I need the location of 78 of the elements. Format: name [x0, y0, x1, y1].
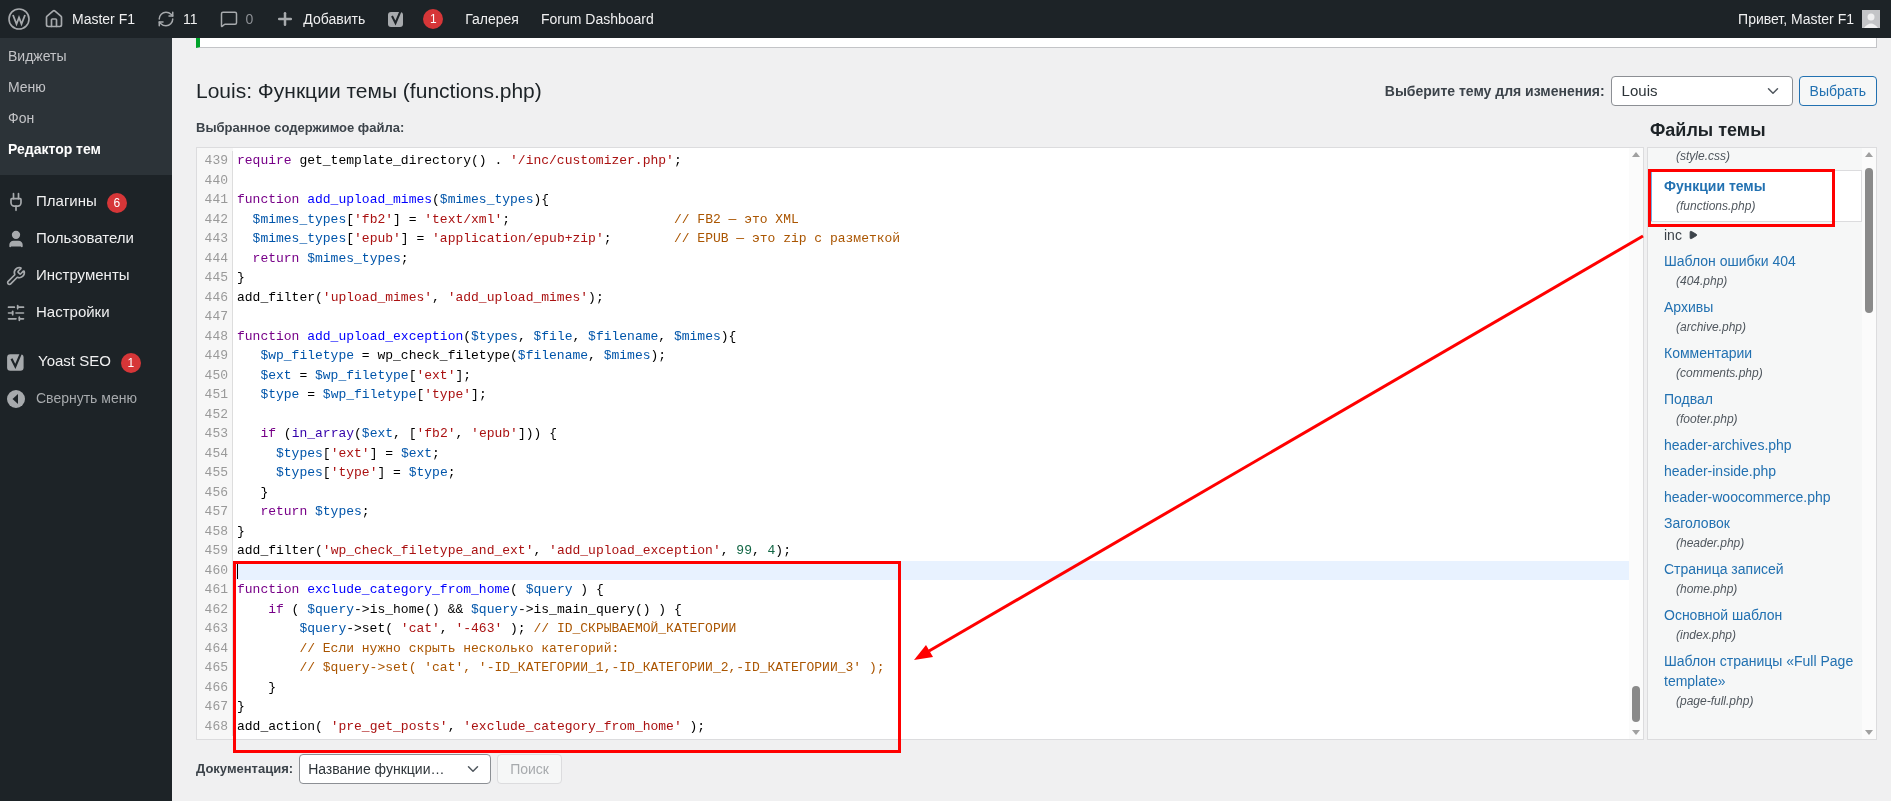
file-title: Заголовок — [1664, 514, 1730, 533]
greeting-link[interactable]: Привет, Master F1 — [1738, 8, 1854, 30]
file-item[interactable]: Страница записей (home.php) — [1648, 556, 1862, 602]
file-title: Страница записей — [1664, 560, 1784, 579]
select-theme-button[interactable]: Выбрать — [1798, 76, 1877, 106]
file-item[interactable]: inc — [1648, 222, 1862, 248]
file-item[interactable]: Шаблон ошибки 404 (404.php) — [1648, 248, 1862, 294]
file-name: (archive.php) — [1675, 319, 1748, 336]
file-title: Подвал — [1664, 390, 1713, 409]
user-icon — [6, 228, 26, 249]
count-badge: 6 — [106, 192, 127, 213]
menu-item[interactable]: Настройки — [36, 301, 110, 324]
file-name: (comments.php) — [1675, 365, 1764, 382]
file-name: (footer.php) — [1675, 411, 1739, 428]
file-item[interactable]: Заголовок (header.php) — [1648, 510, 1862, 556]
admin-bar-link[interactable]: Forum Dashboard — [540, 8, 654, 30]
file-item[interactable]: (style.css) — [1648, 148, 1862, 170]
file-name: (home.php) — [1675, 581, 1739, 598]
admin-bar-link[interactable]: Галерея — [465, 8, 519, 30]
file-item[interactable]: Архивы (archive.php) — [1648, 294, 1862, 340]
file-title: Архивы — [1664, 298, 1714, 317]
file-name: (page-full.php) — [1675, 693, 1755, 710]
file-title: Шаблон ошибки 404 — [1664, 252, 1796, 271]
file-name: (style.css) — [1675, 148, 1731, 164]
admin-bar-link[interactable]: Master F1 — [72, 8, 135, 30]
file-item[interactable]: Основной шаблон (index.php) — [1648, 602, 1862, 648]
wrench-icon — [6, 265, 26, 286]
file-item[interactable]: header-archives.php — [1648, 432, 1862, 458]
file-title: Основной шаблон — [1664, 606, 1783, 625]
file-title: Комментарии — [1664, 344, 1753, 363]
count-badge: 1 — [120, 352, 141, 373]
docs-label: Документация: — [196, 760, 294, 779]
admin-bar-link[interactable]: 11 — [183, 8, 198, 30]
file-title: header-inside.php — [1664, 462, 1777, 481]
theme-select[interactable]: Louis — [1610, 76, 1793, 106]
scrollbar[interactable] — [1862, 148, 1876, 739]
file-item[interactable]: Шаблон страницы «Full Page template» (page-full.php) — [1648, 648, 1862, 714]
count-badge: 1 — [423, 9, 444, 29]
file-name: (index.php) — [1675, 627, 1738, 644]
file-item[interactable]: Функции темы (functions.php) — [1648, 170, 1862, 222]
content-label: Выбранное содержимое файла: — [196, 119, 406, 137]
file-title: Функции темы — [1664, 177, 1766, 196]
menu-item[interactable]: Свернуть меню — [36, 388, 137, 409]
scrollbar[interactable] — [1629, 148, 1643, 739]
file-name: (404.php) — [1675, 273, 1729, 290]
menu-item[interactable]: Yoast SEO — [38, 350, 111, 373]
menu-item[interactable]: Плагины — [36, 190, 97, 213]
menu-item[interactable]: Инструменты — [36, 264, 130, 287]
text-cursor — [237, 562, 238, 579]
file-item[interactable]: header-woocommerce.php — [1648, 484, 1862, 510]
function-select[interactable]: Название функции… — [299, 754, 492, 784]
file-item[interactable]: Подвал (footer.php) — [1648, 386, 1862, 432]
home-icon — [44, 9, 64, 29]
refresh-icon — [157, 10, 175, 28]
submenu-item[interactable]: Меню — [0, 72, 172, 103]
submenu-item[interactable]: Виджеты — [0, 41, 172, 72]
file-title: header-woocommerce.php — [1664, 488, 1831, 507]
file-title: header-archives.php — [1664, 436, 1792, 455]
collapse-icon[interactable] — [6, 388, 26, 409]
theme-select-label: Выберите тему для изменения: — [1384, 81, 1605, 101]
file-title: Шаблон страницы «Full Page template» — [1664, 652, 1855, 691]
admin-bar-link[interactable]: 0 — [245, 8, 254, 30]
comment-icon — [219, 10, 238, 28]
file-item[interactable]: header-inside.php — [1648, 458, 1862, 484]
submenu-item[interactable]: Редактор тем — [0, 134, 172, 165]
folder-name: inc — [1664, 226, 1682, 245]
menu-item[interactable]: Пользователи — [36, 227, 134, 250]
wordpress-logo-icon[interactable] — [8, 8, 30, 30]
file-name: (functions.php) — [1675, 198, 1757, 215]
submenu-item[interactable]: Фон — [0, 103, 172, 134]
code-editor[interactable] — [196, 147, 1644, 740]
file-name: (header.php) — [1675, 535, 1746, 552]
file-item[interactable]: Комментарии (comments.php) — [1648, 340, 1862, 386]
page-title: Louis: Функции темы (functions.php) — [196, 78, 542, 105]
admin-bar-link[interactable]: Добавить — [303, 8, 366, 30]
settings-icon — [6, 302, 26, 323]
expand-triangle-icon[interactable] — [1687, 230, 1698, 240]
files-heading: Файлы темы — [1649, 119, 1767, 142]
